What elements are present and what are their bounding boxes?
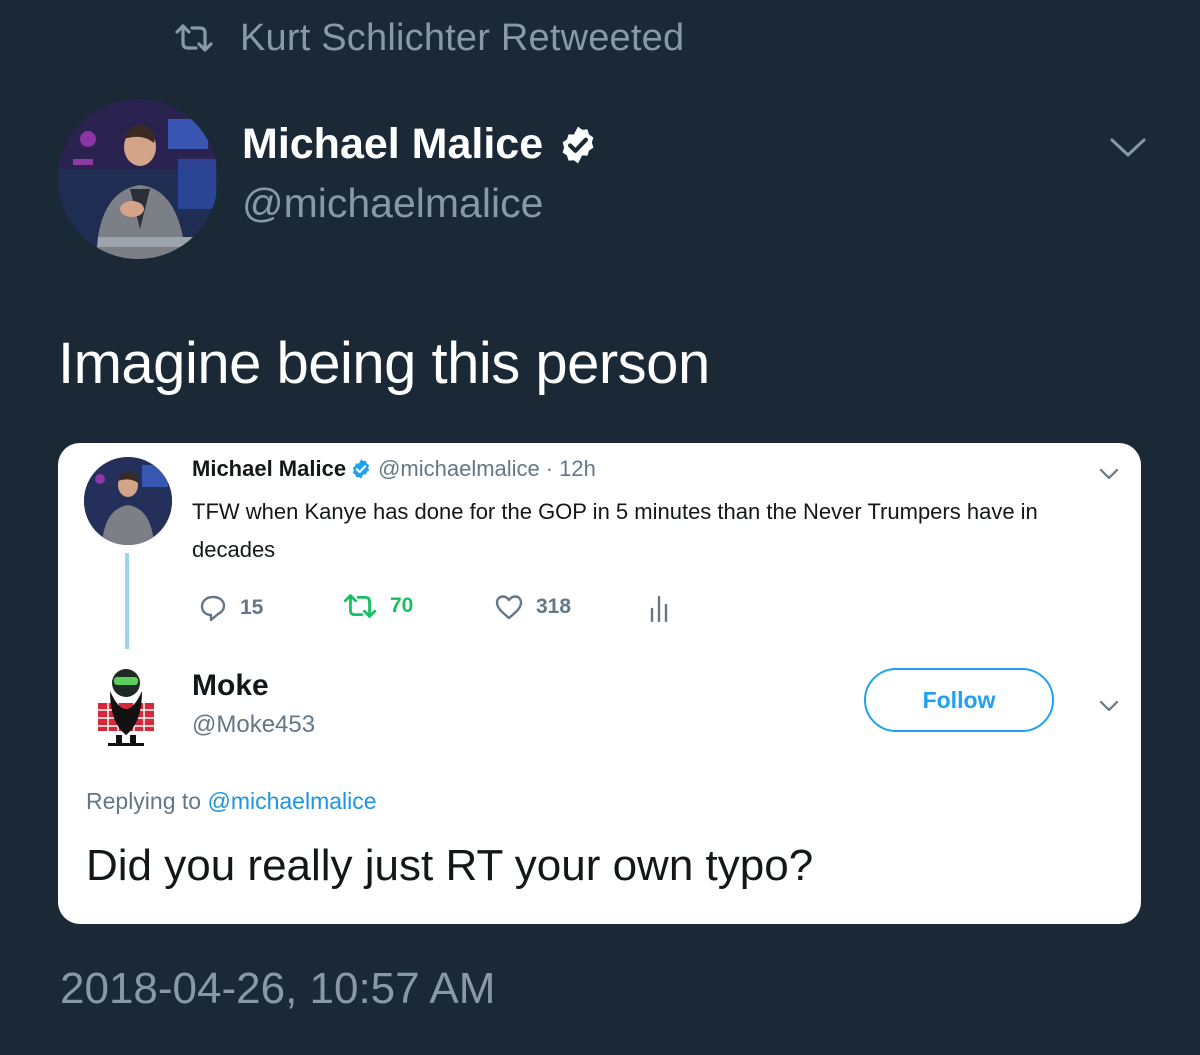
follow-button[interactable]: Follow	[864, 668, 1054, 732]
analytics-icon	[650, 595, 668, 623]
retweet-icon	[175, 24, 213, 52]
retweet-header[interactable]: Kurt Schlichter Retweeted	[174, 16, 684, 60]
like-count: 318	[536, 595, 572, 618]
quoted-screenshot-card[interactable]: Michael Malice @michaelmalice · 12h TFW …	[58, 443, 1141, 924]
quoted-avatar-image	[84, 457, 172, 545]
quoted-author-avatar[interactable]	[84, 457, 172, 545]
tweet-timestamp[interactable]: 2018-04-26, 10:57 AM	[60, 964, 495, 1014]
author-avatar[interactable]	[58, 99, 218, 259]
retweet-action[interactable]: 70	[342, 593, 413, 619]
replying-to-line: Replying to @michaelmalice	[86, 788, 377, 815]
like-action[interactable]: 318	[494, 593, 571, 621]
replying-to-mention[interactable]: @michaelmalice	[207, 788, 376, 814]
replying-to-label: Replying to	[86, 788, 202, 814]
separator-dot: ·	[545, 456, 554, 481]
quoted-tweet-text: TFW when Kanye has done for the GOP in 5…	[192, 499, 1038, 562]
analytics-action[interactable]	[648, 593, 682, 623]
reply-count: 15	[240, 596, 264, 619]
reply-author-name[interactable]: Moke	[192, 669, 269, 703]
verified-badge-icon	[353, 459, 370, 479]
retweet-count: 70	[390, 594, 414, 617]
chevron-down-icon[interactable]	[1098, 699, 1120, 713]
reply-tweet-text: Did you really just RT your own typo?	[86, 841, 814, 890]
author-name-row[interactable]: Michael Malice	[242, 120, 599, 169]
author-name: Michael Malice	[242, 120, 544, 168]
verified-badge-icon	[562, 126, 594, 163]
reply-icon	[200, 595, 226, 622]
chevron-down-icon[interactable]	[1108, 136, 1148, 160]
retweet-icon	[343, 594, 377, 618]
quoted-author-handle[interactable]: @michaelmalice	[378, 456, 540, 482]
chevron-down-icon[interactable]	[1098, 467, 1120, 481]
quoted-tweet-time[interactable]: 12h	[559, 456, 596, 482]
thread-connector-line	[125, 553, 129, 649]
reply-action[interactable]: 15	[198, 593, 263, 623]
quoted-author-name[interactable]: Michael Malice	[192, 456, 346, 482]
author-handle[interactable]: @michaelmalice	[242, 180, 543, 227]
tweet-text: Imagine being this person	[58, 331, 710, 396]
author-avatar-image	[58, 99, 218, 259]
reply-author-handle[interactable]: @Moke453	[192, 711, 315, 739]
retweet-header-text: Kurt Schlichter Retweeted	[240, 16, 685, 59]
heart-icon	[495, 595, 523, 620]
quoted-tweet-header: Michael Malice @michaelmalice · 12h	[192, 456, 596, 482]
reply-author-avatar[interactable]	[92, 663, 160, 747]
